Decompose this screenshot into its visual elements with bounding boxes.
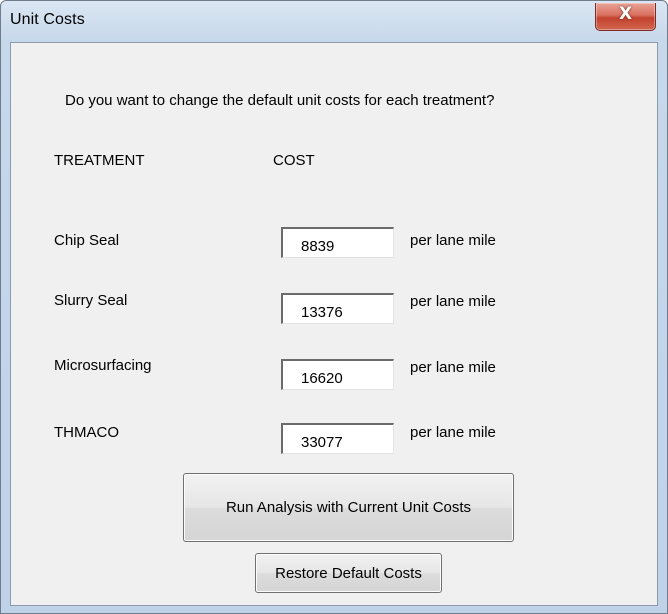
unit-label: per lane mile: [410, 232, 496, 249]
thmaco-cost-input[interactable]: [281, 423, 394, 454]
treatment-label-slurry-seal: Slurry Seal: [54, 292, 128, 309]
treatment-label-thmaco: THMACO: [54, 424, 119, 441]
cost-column-header: COST: [273, 152, 315, 169]
microsurfacing-cost-input[interactable]: [281, 359, 394, 390]
prompt-text: Do you want to change the default unit c…: [65, 92, 495, 109]
unit-label: per lane mile: [410, 359, 496, 376]
treatment-column-header: TREATMENT: [54, 152, 145, 169]
close-button[interactable]: X: [595, 3, 656, 31]
close-icon: X: [618, 4, 633, 24]
restore-default-costs-button[interactable]: Restore Default Costs: [255, 553, 442, 593]
treatment-label-chip-seal: Chip Seal: [54, 232, 120, 249]
dialog-body: Do you want to change the default unit c…: [10, 42, 658, 606]
treatment-label-microsurfacing: Microsurfacing: [54, 357, 152, 374]
title-bar[interactable]: Unit Costs X: [1, 1, 667, 43]
unit-label: per lane mile: [410, 424, 496, 441]
unit-costs-window: Unit Costs X Do you want to change the d…: [0, 0, 668, 614]
slurry-seal-cost-input[interactable]: [281, 293, 394, 324]
run-analysis-button[interactable]: Run Analysis with Current Unit Costs: [183, 473, 514, 542]
chip-seal-cost-input[interactable]: [281, 227, 394, 258]
window-title: Unit Costs: [10, 11, 85, 28]
unit-label: per lane mile: [410, 293, 496, 310]
